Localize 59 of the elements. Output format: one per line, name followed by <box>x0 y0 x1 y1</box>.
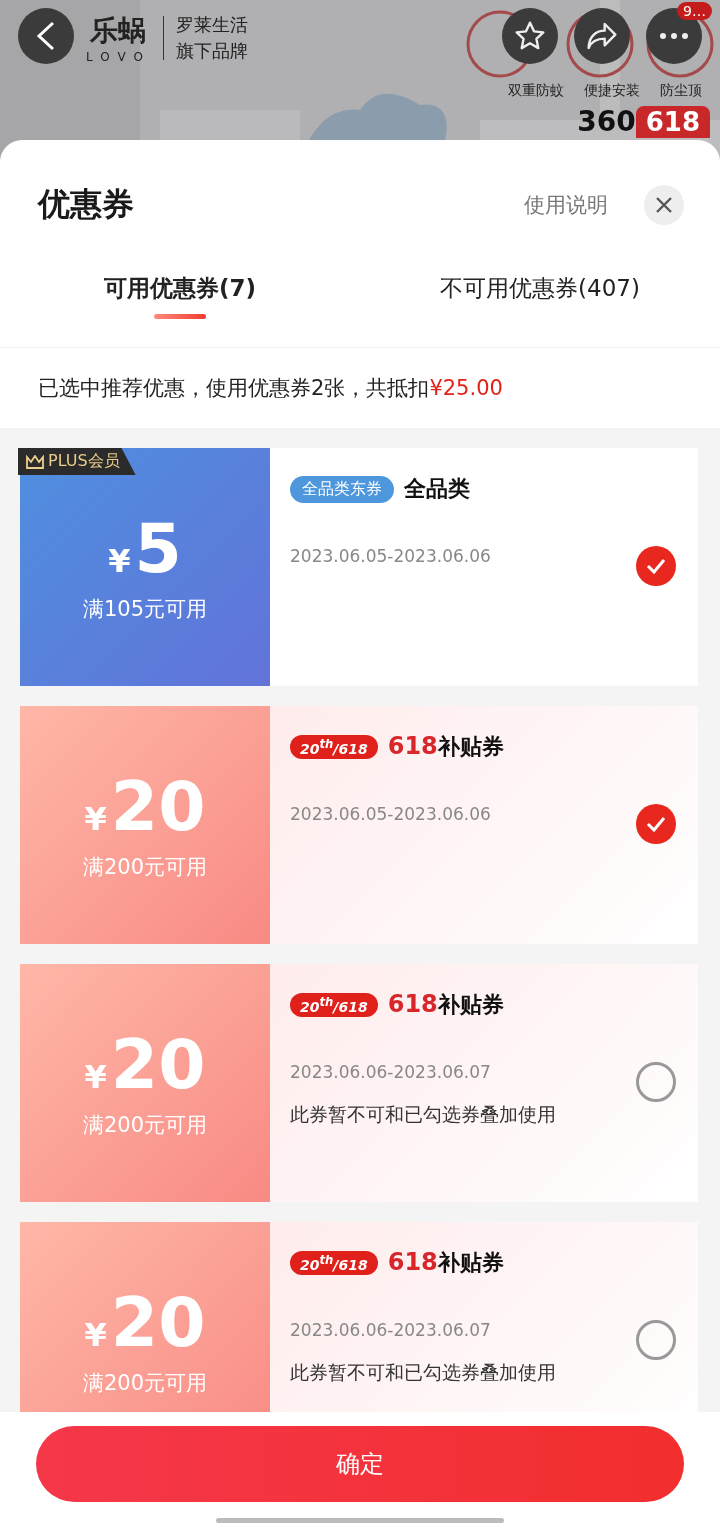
promo-tag: 20$^{th}$/618 <box>290 735 378 759</box>
coupon-title: 补贴券 <box>437 1250 504 1275</box>
summary-text: 已选中推荐优惠，使用优惠券2张，共抵扣¥25.00 <box>37 375 504 402</box>
coupon-note: 此券暂不可和已勾选券叠加使用 <box>290 1102 557 1127</box>
coupon-title: 补贴券 <box>437 992 504 1017</box>
back-icon <box>35 21 57 51</box>
check-icon <box>646 816 666 832</box>
promo-tag: 20$^{th}$/618 <box>290 993 378 1017</box>
coupon-condition: 满200元可用 <box>82 1112 208 1139</box>
coupon-dates: 2023.06.06-2023.06.07 <box>290 1062 492 1082</box>
coupon-checkbox[interactable] <box>636 1062 676 1102</box>
close-icon <box>655 196 673 214</box>
currency-sign: ¥ <box>108 542 131 580</box>
promo-tag: 20$^{th}$/618 <box>290 1251 378 1275</box>
coupon-amount: 20 <box>110 1027 206 1103</box>
title-highlight: 618 <box>387 990 438 1018</box>
feature-label: 防尘顶 <box>660 82 702 100</box>
coupon-tab[interactable]: 不可用优惠券(407) <box>360 238 720 347</box>
coupon-amount: 5 <box>134 511 182 587</box>
coupon-dates: 2023.06.05-2023.06.06 <box>290 546 492 566</box>
brand-subtitle: 旗下品牌 <box>175 39 248 63</box>
category-tag: 全品类东券 <box>290 475 394 503</box>
coupon-checkbox[interactable] <box>636 546 676 586</box>
currency-sign: ¥ <box>84 1058 107 1096</box>
currency-sign: ¥ <box>84 1316 107 1354</box>
currency-sign: ¥ <box>84 800 107 838</box>
brand-subtitle: 罗莱生活 <box>175 13 248 37</box>
price: 360 <box>577 106 636 138</box>
crown-icon <box>26 454 44 469</box>
coupon-amount: 20 <box>110 1285 206 1361</box>
share-icon <box>586 21 618 51</box>
title-highlight: 618 <box>387 1248 438 1276</box>
close-button[interactable] <box>644 185 684 225</box>
coupon-condition: 满200元可用 <box>82 854 208 881</box>
sheet-title: 优惠券 <box>38 184 135 225</box>
title-highlight: 618 <box>387 732 438 760</box>
coupon-amount: 20 <box>110 769 206 845</box>
more-icon <box>659 32 689 40</box>
check-icon <box>646 558 666 574</box>
coupon-title: 全品类 <box>404 476 470 501</box>
feature-label: 双重防蚊 <box>508 82 564 100</box>
plus-badge: PLUS会员 <box>18 448 136 475</box>
brand-name: 乐蜗 <box>90 13 147 49</box>
promo-tag: 618 <box>635 106 710 138</box>
coupon-checkbox[interactable] <box>636 1320 676 1360</box>
brand-latin: LOVO <box>86 50 151 64</box>
help-link[interactable]: 使用说明 <box>524 191 608 219</box>
coupon-condition: 满105元可用 <box>82 596 208 623</box>
star-icon <box>514 20 546 52</box>
coupon-tab[interactable]: 可用优惠券(7) <box>0 238 360 347</box>
coupon-note: 此券暂不可和已勾选券叠加使用 <box>290 1360 557 1385</box>
coupon-title: 补贴券 <box>437 734 504 759</box>
coupon-checkbox[interactable] <box>636 804 676 844</box>
feature-label: 便捷安装 <box>584 82 640 100</box>
coupon-dates: 2023.06.06-2023.06.07 <box>290 1320 492 1340</box>
coupon-condition: 满200元可用 <box>82 1370 208 1397</box>
coupon-dates: 2023.06.05-2023.06.06 <box>290 804 492 824</box>
notification-badge: 9… <box>677 2 712 20</box>
confirm-button[interactable]: 确定 <box>36 1426 684 1502</box>
